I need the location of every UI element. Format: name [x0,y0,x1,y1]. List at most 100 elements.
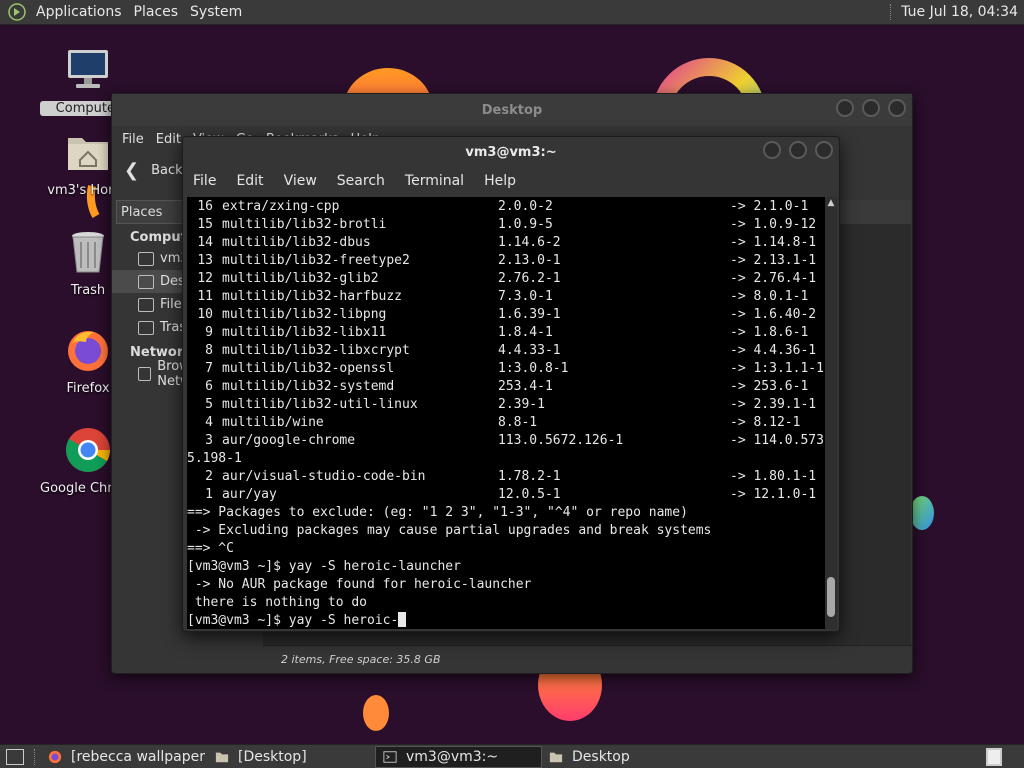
chrome-icon [66,428,110,472]
prompt-text: [vm3@vm3 ~]$ yay -S heroic- [187,613,399,628]
package-old-version: 12.0.5-1 [498,487,561,502]
scroll-up-arrow-icon[interactable]: ▲ [825,197,837,209]
terminal-line: ==> Packages to exclude: (eg: "1 2 3", "… [187,504,827,522]
home-folder-icon [68,138,108,170]
computer-icon [68,50,108,88]
menu-file[interactable]: File [193,173,216,189]
terminal-line: 3 aur/google-chrome 113.0.5672.126-1 -> 114… [187,432,827,450]
package-new-version: -> 1:3.1.1-1 [730,361,824,376]
task-label: Desktop [572,748,630,765]
terminal-line: 15 multilib/lib32-brotli 1.0.9-5 -> 1.0.9-1… [187,216,827,234]
system-menu[interactable]: System [186,4,250,20]
task-terminal[interactable]: vm3@vm3:~ [375,745,542,768]
back-arrow-icon[interactable]: ❮ [124,160,139,181]
window-controls [836,99,906,117]
panel-separator [34,748,37,765]
package-name: multilib/lib32-systemd [222,379,395,394]
package-name: aur/yay [222,487,277,502]
places-menu[interactable]: Places [130,4,187,20]
package-old-version: 2.76.2-1 [498,271,561,286]
top-panel: Applications Places System Tue Jul 18, 0… [0,0,1024,25]
package-name: multilib/lib32-harfbuzz [222,289,403,304]
terminal-line: 9 multilib/lib32-libx11 1.8.4-1 -> 1.8.6-1 [187,324,827,342]
terminal-scrollbar[interactable]: ▲ [825,197,837,629]
panel-separator [890,4,893,20]
minimize-button[interactable] [763,141,781,159]
clock[interactable]: Tue Jul 18, 04:34 [901,4,1018,20]
minimize-button[interactable] [836,99,854,117]
task-firefox[interactable]: [rebecca wallpaper ... [41,746,208,768]
package-old-version: 2.0.0-2 [498,199,553,214]
file-view-header [839,200,911,224]
terminal-line: there is nothing to do [187,594,827,612]
package-name: multilib/wine [222,415,324,430]
bottom-panel: [rebecca wallpaper ... [Desktop] vm3@vm3… [0,744,1024,768]
scrollbar-thumb[interactable] [827,577,835,617]
package-new-version: -> 253.6-1 [730,379,809,394]
menu-edit[interactable]: Edit [156,132,181,147]
package-index: 12 [197,271,213,286]
package-name: multilib/lib32-libpng [222,307,387,322]
package-index: 2 [205,469,213,484]
menu-terminal[interactable]: Terminal [405,173,464,189]
package-index: 9 [205,325,213,340]
package-new-version: -> 2.13.1-1 [730,253,817,268]
terminal-line: 8 multilib/lib32-libxcrypt 4.4.33-1 -> 4.4.… [187,342,827,360]
package-old-version: 1.0.9-5 [498,217,553,232]
package-new-version: -> 1.8.6-1 [730,325,809,340]
close-button[interactable] [815,141,833,159]
package-new-version: -> 2.39.1-1 [730,397,817,412]
terminal-window: vm3@vm3:~ File Edit View Search Terminal… [182,136,840,632]
terminal-line: 16 extra/zxing-cpp 2.0.0-2 -> 2.1.0-1 [187,198,827,216]
package-index: 16 [197,199,213,214]
package-index: 11 [197,289,213,304]
mate-logo-icon[interactable] [8,3,26,21]
package-name: aur/visual-studio-code-bin [222,469,426,484]
back-button[interactable]: Back [151,163,183,178]
task-desktop-filemanager[interactable]: [Desktop] [208,746,375,768]
maximize-button[interactable] [862,99,880,117]
terminal-output[interactable]: 16 extra/zxing-cpp 2.0.0-2 -> 2.1.0-1 15 mult… [187,197,827,629]
menu-edit[interactable]: Edit [236,173,263,189]
maximize-button[interactable] [789,141,807,159]
terminal-prompt-line: [vm3@vm3 ~]$ yay -S heroic- [187,612,827,629]
package-old-version: 1.14.6-2 [498,235,561,250]
firefox-icon [68,331,108,371]
terminal-text: -> No AUR package found for heroic-launc… [187,577,532,592]
menu-search[interactable]: Search [337,173,385,189]
package-name: multilib/lib32-freetype2 [222,253,410,268]
file-manager-titlebar[interactable]: Desktop [112,94,912,126]
show-desktop-icon[interactable] [6,748,24,765]
terminal-line: 10 multilib/lib32-libpng 1.6.39-1 -> 1.6.40… [187,306,827,324]
task-desktop[interactable]: Desktop [542,746,709,768]
package-index: 4 [205,415,213,430]
package-new-version: -> 12.1.0-1 [730,487,817,502]
package-index: 5 [205,397,213,412]
package-new-version: -> 1.6.40-2 [730,307,817,322]
package-index: 8 [205,343,213,358]
package-name: multilib/lib32-dbus [222,235,371,250]
text-cursor [398,612,407,627]
terminal-titlebar[interactable]: vm3@vm3:~ [183,137,839,167]
menu-file[interactable]: File [122,132,144,147]
status-bar: 2 items, Free space: 35.8 GB [263,645,913,673]
terminal-line: 5.198-1 [187,450,827,468]
close-button[interactable] [888,99,906,117]
applications-menu[interactable]: Applications [32,4,130,20]
package-index: 1 [205,487,213,502]
package-old-version: 1:3.0.8-1 [498,361,569,376]
menu-help[interactable]: Help [484,173,516,189]
menu-view[interactable]: View [284,173,317,189]
wrapped-text: 5.198-1 [187,451,242,466]
terminal-text: -> Excluding packages may cause partial … [187,523,712,538]
terminal-line: 11 multilib/lib32-harfbuzz 7.3.0-1 -> 8.0.1… [187,288,827,306]
folder-icon [215,752,229,762]
package-index: 7 [205,361,213,376]
workspace-switcher[interactable] [986,747,1002,766]
drive-icon [138,297,154,312]
terminal-line: 2 aur/visual-studio-code-bin 1.78.2-1 -> 1.… [187,468,827,486]
package-old-version: 2.39-1 [498,397,545,412]
package-name: multilib/lib32-glib2 [222,271,379,286]
firefox-icon [48,750,62,763]
terminal-prompt: [vm3@vm3 ~]$ yay -S heroic- [187,612,407,629]
